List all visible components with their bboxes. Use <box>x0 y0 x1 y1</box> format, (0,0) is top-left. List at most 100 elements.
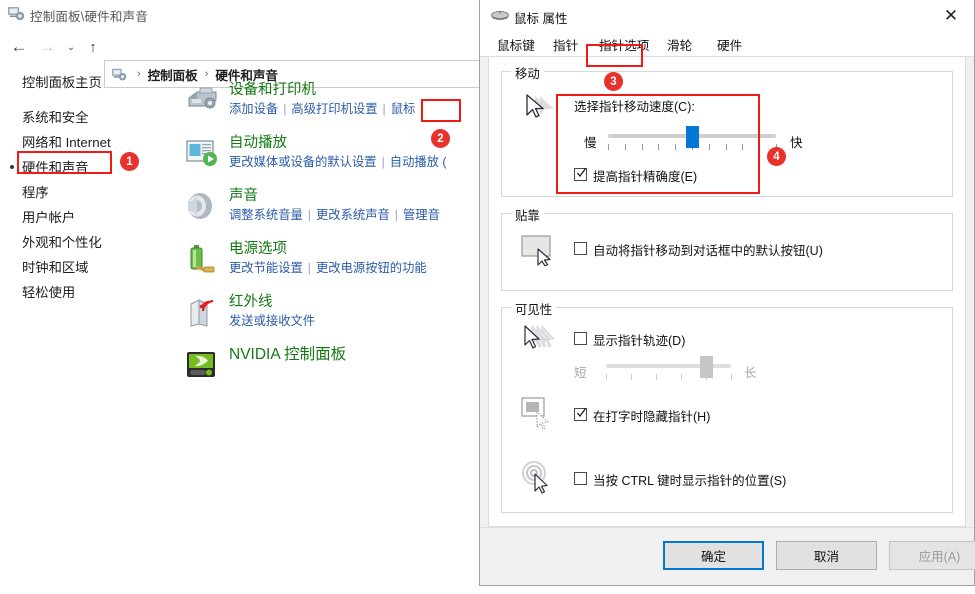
mouse-properties-dialog: 鼠标 属性 ✕ 鼠标键 指针 指针选项 滑轮 硬件 移动 选择指针移动速度(C)… <box>479 0 975 586</box>
speed-slider-min-label: 慢 <box>584 136 597 150</box>
ctrl-locate-label[interactable]: 当按 CTRL 键时显示指针的位置(S) <box>593 470 786 489</box>
sidebar-item-user-accounts[interactable]: 用户帐户 <box>0 205 175 230</box>
ok-button[interactable]: 确定 <box>663 541 764 570</box>
selected-bullet <box>10 165 14 169</box>
tab-wheel[interactable]: 滑轮 <box>658 31 701 57</box>
link-manage-audio[interactable]: 管理音 <box>403 208 440 222</box>
link-adjust-volume[interactable]: 调整系统音量 <box>229 208 303 222</box>
category-title[interactable]: NVIDIA 控制面板 <box>229 345 473 365</box>
category-title[interactable]: 设备和打印机 <box>229 80 473 100</box>
trails-slider-max-label: 长 <box>744 366 757 380</box>
up-button[interactable]: ↑ <box>82 36 104 58</box>
link-autoplay[interactable]: 自动播放 ( <box>390 155 447 169</box>
sidebar-item-network-internet[interactable]: 网络和 Internet <box>0 130 175 155</box>
link-change-power-saving[interactable]: 更改节能设置 <box>229 261 303 275</box>
speed-slider-max-label: 快 <box>790 136 803 150</box>
enhance-precision-label[interactable]: 提高指针精确度(E) <box>593 166 697 185</box>
snap-to-button-icon <box>520 232 556 269</box>
annotation-badge-3: 3 <box>604 72 623 91</box>
left-navigation: 控制面板主页 系统和安全 网络和 Internet 硬件和声音 程序 用户帐户 … <box>0 70 175 305</box>
category-title[interactable]: 声音 <box>229 186 473 206</box>
ctrl-locate-checkbox[interactable] <box>574 472 587 485</box>
annotation-badge-2: 2 <box>431 129 450 148</box>
sidebar-item-system-security[interactable]: 系统和安全 <box>0 105 175 130</box>
category-list: 设备和打印机 添加设备 | 高级打印机设置 | 鼠标 自动播放 更改媒体或设备的… <box>183 80 473 398</box>
category-autoplay: 自动播放 更改媒体或设备的默认设置 | 自动播放 ( <box>183 133 473 177</box>
pointer-speed-label: 选择指针移动速度(C): <box>574 100 695 114</box>
link-mouse[interactable]: 鼠标 <box>391 102 416 116</box>
category-links: 调整系统音量 | 更改系统声音 | 管理音 <box>229 208 440 222</box>
group-visibility-label: 可见性 <box>511 300 557 318</box>
cancel-button[interactable]: 取消 <box>776 541 877 570</box>
group-motion: 移动 选择指针移动速度(C): 慢 快 提高指针精确度(E) <box>501 64 953 197</box>
link-send-receive-files[interactable]: 发送或接收文件 <box>229 314 315 328</box>
pointer-options-panel: 移动 选择指针移动速度(C): 慢 快 提高指针精确度(E) 贴靠 自动将指针移… <box>488 57 966 527</box>
dialog-close-icon[interactable]: ✕ <box>928 0 974 31</box>
mouse-icon <box>490 9 510 22</box>
category-nvidia: NVIDIA 控制面板 <box>183 345 473 389</box>
category-infrared: 红外线 发送或接收文件 <box>183 292 473 336</box>
group-visibility: 可见性 显示指针轨迹(D) 短 长 在打字时隐藏指针(H) 当按 CTRL 键时… <box>501 300 953 513</box>
sidebar-item-clock-region[interactable]: 时钟和区域 <box>0 255 175 280</box>
nvidia-icon <box>183 347 221 383</box>
category-links: 发送或接收文件 <box>229 313 473 330</box>
category-devices-printers: 设备和打印机 添加设备 | 高级打印机设置 | 鼠标 <box>183 80 473 124</box>
tab-hardware[interactable]: 硬件 <box>708 31 751 57</box>
speed-slider-thumb[interactable] <box>686 126 699 148</box>
explorer-title: 控制面板\硬件和声音 <box>30 10 148 24</box>
speaker-icon <box>183 188 221 224</box>
sidebar-item-appearance[interactable]: 外观和个性化 <box>0 230 175 255</box>
dialog-button-bar: 确定 取消 应用(A) <box>480 527 975 585</box>
enhance-precision-checkbox[interactable] <box>574 168 587 181</box>
link-advanced-printer[interactable]: 高级打印机设置 <box>291 102 377 116</box>
sidebar-item-programs[interactable]: 程序 <box>0 180 175 205</box>
category-title[interactable]: 电源选项 <box>229 239 473 259</box>
infrared-icon <box>183 294 221 330</box>
category-links: 更改节能设置 | 更改电源按钮的功能 <box>229 261 427 275</box>
forward-button[interactable]: → <box>36 36 58 58</box>
pointer-trails-icon <box>520 324 556 357</box>
tab-pointers[interactable]: 指针 <box>544 31 587 57</box>
dialog-tabstrip: 鼠标键 指针 指针选项 滑轮 硬件 <box>480 31 974 57</box>
link-change-power-buttons[interactable]: 更改电源按钮的功能 <box>316 261 427 275</box>
show-trails-label[interactable]: 显示指针轨迹(D) <box>593 330 685 349</box>
trails-slider-thumb[interactable] <box>700 356 713 378</box>
pointer-speed-icon <box>520 92 554 125</box>
group-snap-label: 贴靠 <box>511 206 544 224</box>
show-trails-checkbox[interactable] <box>574 332 587 345</box>
link-change-sounds[interactable]: 更改系统声音 <box>316 208 390 222</box>
printer-icon <box>183 82 221 118</box>
recent-locations-button[interactable]: ⌄ <box>60 36 82 58</box>
apply-button: 应用(A) <box>889 541 975 570</box>
breadcrumb-separator-2: › <box>204 68 209 80</box>
group-motion-label: 移动 <box>511 64 544 82</box>
category-title[interactable]: 红外线 <box>229 292 473 312</box>
battery-icon <box>183 241 221 277</box>
snap-default-checkbox[interactable] <box>574 242 587 255</box>
sidebar-item-hardware-sound[interactable]: 硬件和声音 <box>0 155 175 180</box>
ctrl-locate-icon <box>520 460 556 497</box>
tab-pointer-options[interactable]: 指针选项 <box>590 31 658 57</box>
link-add-device[interactable]: 添加设备 <box>229 102 278 116</box>
category-links: 更改媒体或设备的默认设置 | 自动播放 ( <box>229 155 447 169</box>
hide-typing-checkbox[interactable] <box>574 408 587 421</box>
control-panel-icon <box>7 5 25 22</box>
snap-default-label[interactable]: 自动将指针移动到对话框中的默认按钮(U) <box>593 240 823 259</box>
dialog-titlebar: 鼠标 属性 ✕ <box>480 0 974 31</box>
category-sound: 声音 调整系统音量 | 更改系统声音 | 管理音 <box>183 186 473 230</box>
autoplay-icon <box>183 135 221 171</box>
group-snap: 贴靠 自动将指针移动到对话框中的默认按钮(U) <box>501 206 953 291</box>
annotation-badge-1: 1 <box>120 152 139 171</box>
hide-typing-label[interactable]: 在打字时隐藏指针(H) <box>593 406 710 425</box>
trails-slider-min-label: 短 <box>574 366 587 380</box>
link-change-media-defaults[interactable]: 更改媒体或设备的默认设置 <box>229 155 377 169</box>
tab-mouse-buttons[interactable]: 鼠标键 <box>488 31 544 57</box>
back-button[interactable]: ← <box>8 36 30 58</box>
sidebar-item-ease-of-access[interactable]: 轻松使用 <box>0 280 175 305</box>
sidebar-item-hardware-sound-label: 硬件和声音 <box>22 160 89 175</box>
category-links: 添加设备 | 高级打印机设置 | 鼠标 <box>229 102 416 116</box>
category-power-options: 电源选项 更改节能设置 | 更改电源按钮的功能 <box>183 239 473 283</box>
dialog-title: 鼠标 属性 <box>514 12 568 26</box>
annotation-badge-4: 4 <box>767 147 786 166</box>
left-nav-home[interactable]: 控制面板主页 <box>0 70 175 95</box>
